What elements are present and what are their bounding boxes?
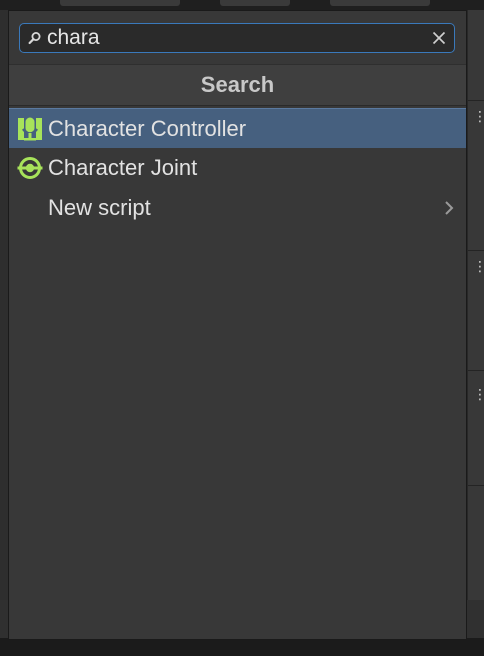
character-joint-icon bbox=[17, 157, 43, 179]
result-item-label: Character Joint bbox=[48, 155, 198, 180]
add-component-popup: Search Character Controller bbox=[8, 10, 467, 640]
character-controller-icon bbox=[18, 117, 42, 141]
background-tab bbox=[220, 0, 290, 6]
result-item-character-controller[interactable]: Character Controller bbox=[9, 108, 466, 148]
more-options-icon[interactable]: ⋮ bbox=[473, 387, 484, 401]
status-strip bbox=[0, 638, 484, 656]
search-field[interactable] bbox=[19, 23, 455, 53]
editor-background: ⋮ ⋮ ⋮ Search bbox=[0, 0, 484, 656]
result-item-character-joint[interactable]: Character Joint bbox=[9, 148, 466, 188]
inspector-edge bbox=[468, 10, 484, 600]
more-options-icon[interactable]: ⋮ bbox=[473, 109, 484, 123]
search-input[interactable] bbox=[47, 26, 427, 50]
results-list: Character Controller Character Joint New… bbox=[9, 108, 466, 228]
chevron-right-icon bbox=[445, 201, 454, 215]
divider bbox=[468, 250, 484, 251]
close-icon[interactable] bbox=[431, 30, 447, 46]
divider bbox=[468, 100, 484, 101]
divider bbox=[468, 485, 484, 486]
more-options-icon[interactable]: ⋮ bbox=[473, 259, 484, 273]
background-tab bbox=[330, 0, 430, 6]
result-item-label: Character Controller bbox=[48, 116, 247, 141]
search-icon bbox=[28, 32, 41, 45]
background-tab bbox=[60, 0, 180, 6]
divider bbox=[468, 370, 484, 371]
result-item-new-script[interactable]: New script bbox=[9, 188, 466, 228]
results-header: Search bbox=[9, 64, 466, 106]
result-item-label: New script bbox=[48, 195, 151, 220]
results-header-title: Search bbox=[200, 72, 275, 97]
